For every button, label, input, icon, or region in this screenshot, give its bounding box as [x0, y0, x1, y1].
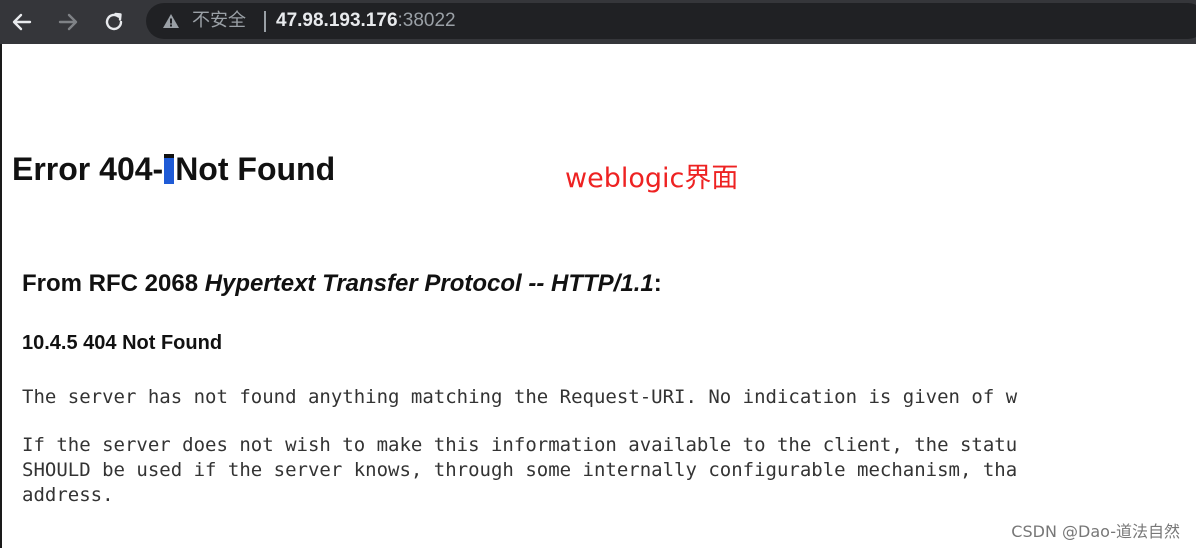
- paragraph-1: The server has not found anything matchi…: [22, 386, 1018, 408]
- forward-button[interactable]: [52, 6, 84, 38]
- forward-arrow-icon: [58, 13, 78, 31]
- browser-toolbar: 不安全 47.98.193.176:38022: [0, 0, 1196, 44]
- section-heading: 10.4.5 404 Not Found: [22, 332, 223, 354]
- back-arrow-icon: [12, 13, 32, 31]
- paragraph-2-line-1: If the server does not wish to make this…: [22, 434, 1018, 456]
- left-edge-border: [0, 44, 2, 548]
- error-title-text: Not Found: [175, 151, 336, 187]
- text-cursor-selection: [164, 154, 175, 184]
- rfc-heading-prefix: From RFC 2068: [22, 270, 205, 297]
- error-title-code: Error 404-: [12, 151, 164, 187]
- rfc-heading: From RFC 2068 Hypertext Transfer Protoco…: [22, 270, 662, 298]
- address-bar[interactable]: 不安全 47.98.193.176:38022: [146, 3, 1196, 39]
- reload-button[interactable]: [98, 6, 130, 38]
- error-title: Error 404- Not Found: [12, 150, 335, 188]
- rfc-heading-title: Hypertext Transfer Protocol -- HTTP/1.1: [204, 270, 654, 297]
- url-host: 47.98.193.176: [276, 10, 398, 31]
- omnibox-divider: [264, 11, 266, 32]
- url-port: :38022: [397, 10, 456, 31]
- security-status-label[interactable]: 不安全: [192, 11, 246, 31]
- annotation-label: weblogic界面: [565, 163, 739, 194]
- page-content: Error 404- Not Found weblogic界面 From RFC …: [0, 44, 1196, 548]
- warning-icon[interactable]: [162, 13, 180, 29]
- url-text[interactable]: 47.98.193.176:38022: [276, 10, 456, 32]
- paragraph-2-line-2: SHOULD be used if the server knows, thro…: [22, 459, 1018, 481]
- paragraph-2-line-3: address.: [22, 484, 114, 506]
- paragraph-2: If the server does not wish to make this…: [22, 433, 1017, 508]
- rfc-heading-suffix: :: [653, 270, 662, 297]
- csdn-watermark: CSDN @Dao-道法自然: [1011, 522, 1180, 541]
- back-button[interactable]: [6, 6, 38, 38]
- reload-icon: [105, 12, 123, 31]
